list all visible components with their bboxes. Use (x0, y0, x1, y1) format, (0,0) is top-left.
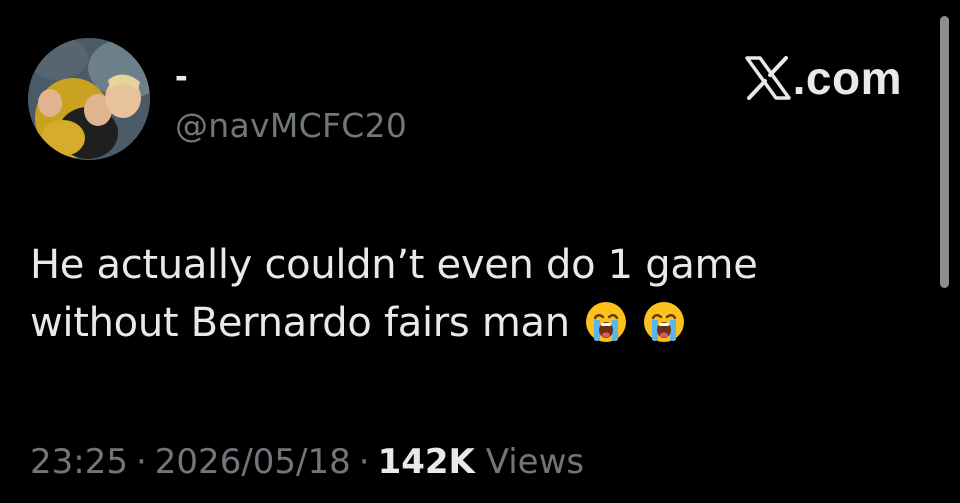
loudly-crying-face-icon (584, 300, 628, 344)
loudly-crying-face-icon (642, 300, 686, 344)
brand-domain-text: .com (792, 52, 902, 104)
tweet-text: He actually couldn’t even do 1 game with… (30, 236, 910, 352)
x-logo-icon (744, 56, 791, 100)
views-label[interactable]: Views (486, 442, 584, 482)
tweet-date[interactable]: 2026/05/18 (155, 442, 351, 482)
views-count[interactable]: 142K (378, 442, 475, 482)
scrollbar[interactable] (940, 16, 949, 288)
meta-separator: · (135, 442, 147, 482)
meta-separator: · (358, 442, 370, 482)
display-name[interactable]: - (175, 56, 188, 96)
tweet-time[interactable]: 23:25 (30, 442, 128, 482)
user-handle[interactable]: @navMCFC20 (175, 107, 407, 145)
avatar[interactable] (28, 38, 150, 160)
x-com-brand: .com (744, 52, 902, 104)
tweet-meta: 23:25 · 2026/05/18 · 142K Views (30, 440, 584, 484)
